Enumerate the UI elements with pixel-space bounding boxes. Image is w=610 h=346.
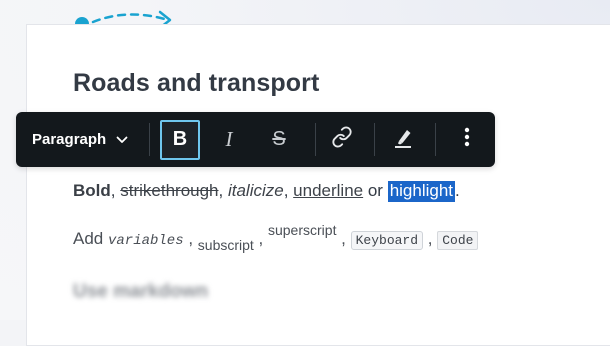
highlight-button[interactable] (381, 112, 425, 167)
blurred-section-heading: Use markdown (73, 281, 209, 302)
bold-text: Bold (73, 181, 111, 200)
subscript-text: subscript (197, 237, 254, 253)
paragraph-style-dropdown[interactable]: Paragraph (32, 112, 150, 167)
toolbar-divider (315, 123, 316, 156)
toolbar-divider (374, 123, 375, 156)
inline-elements-line: Add variables , subscript , superscript … (73, 222, 479, 258)
italic-text: italicize (227, 181, 284, 200)
superscript-text: superscript (267, 222, 337, 238)
inline-code: Code (437, 231, 479, 250)
strikethrough-icon: S (272, 128, 286, 150)
keyboard-key: Keyboard (350, 231, 424, 250)
link-button[interactable] (320, 112, 364, 167)
separator: , (336, 229, 351, 248)
italic-button[interactable]: I (207, 112, 251, 167)
strikethrough-button[interactable]: S (257, 112, 301, 167)
highlighted-text: highlight (387, 181, 456, 202)
more-vertical-icon (464, 127, 470, 152)
underline-text: underline (293, 181, 364, 200)
strikethrough-text: strikethrough (120, 181, 219, 200)
chevron-down-icon (116, 136, 128, 144)
paragraph-style-label: Paragraph (32, 131, 107, 148)
link-icon (331, 126, 353, 153)
highlighter-icon (391, 125, 415, 154)
separator: , (253, 229, 268, 248)
more-options-button[interactable] (445, 112, 489, 167)
separator: , (283, 181, 294, 200)
bold-icon: B (172, 128, 188, 150)
formatting-examples-line: Bold, strikethrough, italicize, underlin… (73, 178, 460, 204)
separator: , (423, 229, 438, 248)
bold-button[interactable]: B (158, 112, 202, 167)
formatting-toolbar: Paragraph B I S (16, 112, 495, 167)
separator: , (218, 181, 228, 200)
or-text: or (363, 181, 388, 200)
variable-text: variables (107, 233, 184, 249)
page-title: Roads and transport (73, 69, 320, 97)
toolbar-divider (435, 123, 436, 156)
add-text: Add (73, 229, 108, 248)
toolbar-divider (149, 123, 150, 156)
period: . (455, 181, 460, 200)
separator: , (183, 229, 198, 248)
italic-icon: I (225, 127, 233, 151)
separator: , (110, 181, 121, 200)
